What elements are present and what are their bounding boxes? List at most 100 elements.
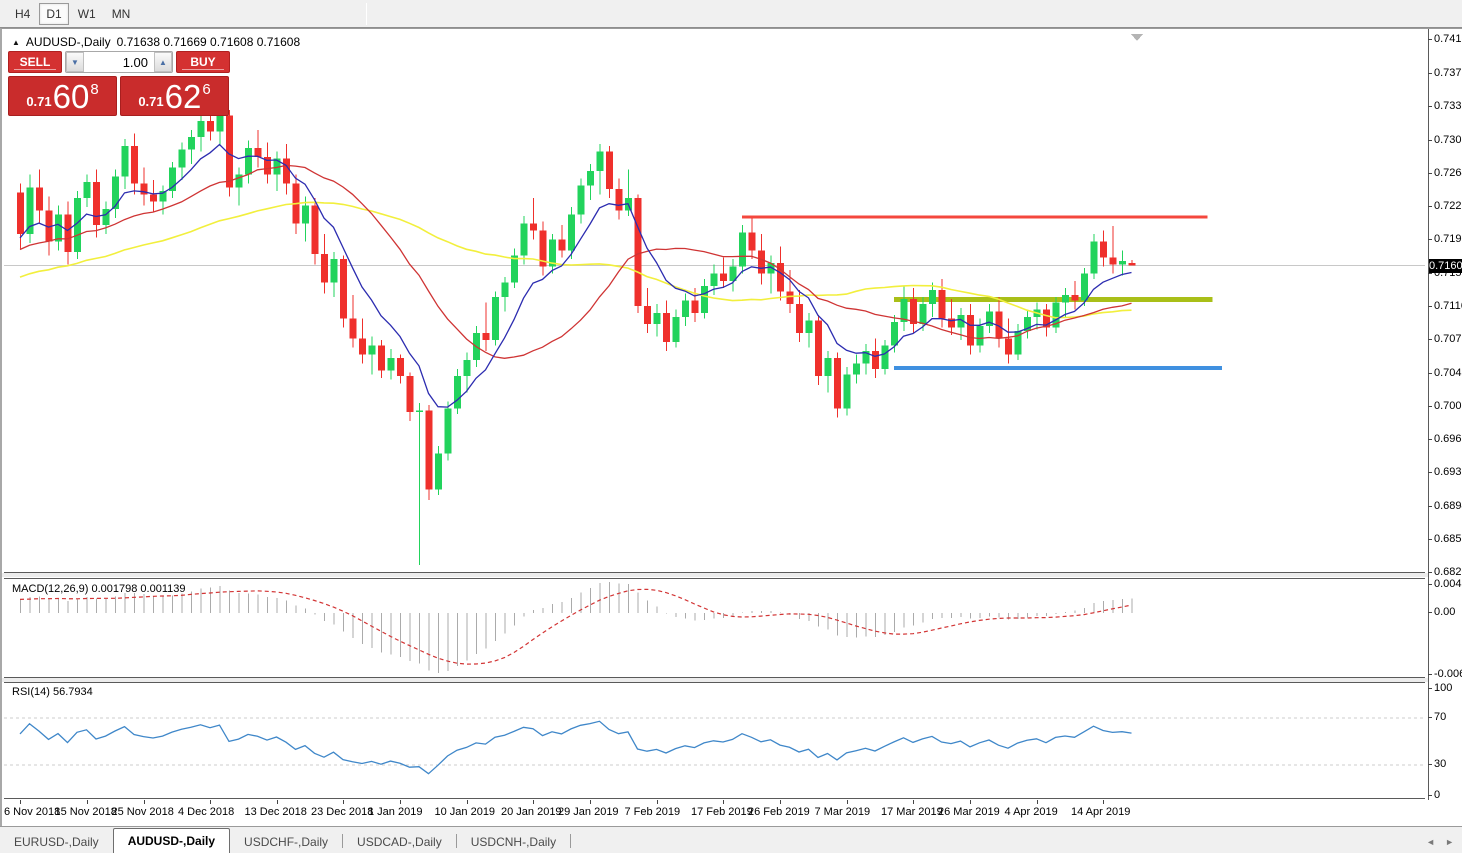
tab-separator	[570, 834, 571, 848]
candle	[1043, 304, 1050, 336]
candle	[1024, 310, 1031, 339]
chart-shift-marker-icon[interactable]	[1131, 34, 1143, 41]
timeframe-button-h4[interactable]: H4	[8, 3, 37, 25]
candle	[863, 344, 870, 375]
candle	[796, 290, 803, 342]
ma-line-medium	[20, 165, 1132, 358]
lot-size-spinner: ▼ 1.00 ▲	[65, 51, 173, 73]
candle	[549, 234, 556, 274]
candle	[312, 198, 319, 265]
sell-price-big: 60	[53, 82, 90, 112]
sell-button[interactable]: SELL	[8, 51, 62, 73]
candle	[1005, 319, 1012, 364]
candle	[616, 178, 623, 219]
price-axis-tick: 0.73380	[1434, 100, 1462, 112]
candle	[131, 133, 138, 194]
price-axis[interactable]: 0.71608 0.741300.737500.733800.730100.72…	[1428, 29, 1462, 800]
candle	[701, 279, 708, 319]
time-axis[interactable]: 6 Nov 201815 Nov 201825 Nov 20184 Dec 20…	[2, 800, 1426, 827]
rsi-indicator-label: RSI(14) 56.7934	[12, 686, 93, 698]
candle	[853, 355, 860, 384]
candle	[540, 221, 547, 275]
candle	[654, 304, 661, 336]
lot-size-value[interactable]: 1.00	[84, 52, 154, 72]
chart-symbol-title: AUDUSD-,Daily	[26, 35, 111, 49]
timeframe-button-mn[interactable]: MN	[105, 3, 138, 25]
time-axis-label: 23 Dec 2018	[311, 806, 373, 818]
tab-scroll-right-icon[interactable]: ►	[1445, 837, 1454, 847]
rsi-axis-tick: 100	[1434, 682, 1452, 694]
candle	[730, 259, 737, 291]
buy-price-box[interactable]: 0.71626	[120, 76, 229, 116]
sell-price-prefix: 0.71	[26, 94, 51, 109]
candle	[1072, 281, 1079, 310]
candle	[150, 180, 157, 212]
candle	[226, 110, 233, 196]
candle	[606, 146, 613, 198]
candle	[169, 162, 176, 198]
candle	[872, 338, 879, 378]
price-axis-tick: 0.72640	[1434, 167, 1462, 179]
candle	[55, 205, 62, 250]
candle	[93, 169, 100, 237]
one-click-collapse-icon[interactable]: ▲	[12, 38, 20, 47]
price-axis-tick: 0.71160	[1434, 300, 1462, 312]
candle	[112, 169, 119, 218]
candle	[198, 114, 205, 152]
tab-eurusd[interactable]: EURUSD-,Daily	[0, 831, 113, 853]
tab-scroll-left-icon[interactable]: ◄	[1426, 837, 1435, 847]
candle	[17, 184, 24, 249]
candle	[1110, 226, 1117, 274]
price-axis-tick: 0.72270	[1434, 200, 1462, 212]
timeframe-button-w1[interactable]: W1	[71, 3, 103, 25]
candle	[369, 337, 376, 375]
candle	[768, 256, 775, 294]
lot-decrease-button[interactable]: ▼	[66, 52, 84, 72]
chart-symbol-header: ▲ AUDUSD-,Daily 0.71638 0.71669 0.71608 …	[12, 35, 300, 49]
timeframe-toolbar: H4 D1 W1 MN	[0, 0, 1462, 28]
toolbar-separator	[366, 3, 367, 25]
tab-usdcad[interactable]: USDCAD-,Daily	[343, 831, 456, 853]
time-axis-label: 6 Nov 2018	[4, 806, 60, 818]
chart-window: ▲ AUDUSD-,Daily 0.71638 0.71669 0.71608 …	[0, 28, 1462, 826]
trendline-resistance[interactable]	[742, 215, 1208, 218]
candle	[739, 225, 746, 274]
candle	[502, 277, 509, 311]
candle	[967, 304, 974, 354]
trendline-low-support[interactable]	[894, 366, 1222, 370]
sell-price-pip: 8	[90, 81, 98, 98]
candle	[445, 401, 452, 460]
tab-usdcnh[interactable]: USDCNH-,Daily	[457, 831, 570, 853]
candle	[844, 367, 851, 416]
chart-ohlc-values: 0.71638 0.71669 0.71608 0.71608	[117, 35, 301, 49]
candle	[663, 301, 670, 351]
time-axis-label: 4 Dec 2018	[178, 806, 234, 818]
buy-button[interactable]: BUY	[176, 51, 230, 73]
candle	[84, 175, 91, 207]
one-click-trade-panel: SELL ▼ 1.00 ▲ BUY 0.71608 0.71626	[8, 51, 230, 116]
rsi-axis-tick: 70	[1434, 711, 1446, 723]
candle	[331, 252, 338, 297]
tab-usdchf[interactable]: USDCHF-,Daily	[230, 831, 342, 853]
pane-splitter[interactable]	[2, 573, 1462, 577]
price-axis-tick: 0.68570	[1434, 533, 1462, 545]
candle	[122, 139, 129, 189]
candle	[264, 142, 271, 183]
candle	[901, 286, 908, 331]
lot-increase-button[interactable]: ▲	[154, 52, 172, 72]
sell-price-box[interactable]: 0.71608	[8, 76, 117, 116]
time-axis-label: 17 Feb 2019	[691, 806, 753, 818]
candle	[435, 446, 442, 495]
price-axis-tick: 0.69310	[1434, 466, 1462, 478]
macd-pane[interactable]	[4, 578, 1425, 678]
candle	[986, 304, 993, 333]
macd-axis-tick: 0.00	[1434, 606, 1455, 618]
candle	[255, 130, 262, 168]
candle	[1081, 268, 1088, 306]
timeframe-button-d1[interactable]: D1	[39, 3, 68, 25]
rsi-pane[interactable]	[4, 682, 1425, 799]
candle	[673, 310, 680, 348]
candle	[929, 283, 936, 317]
tab-audusd[interactable]: AUDUSD-,Daily	[113, 828, 230, 853]
candle	[1062, 288, 1069, 317]
